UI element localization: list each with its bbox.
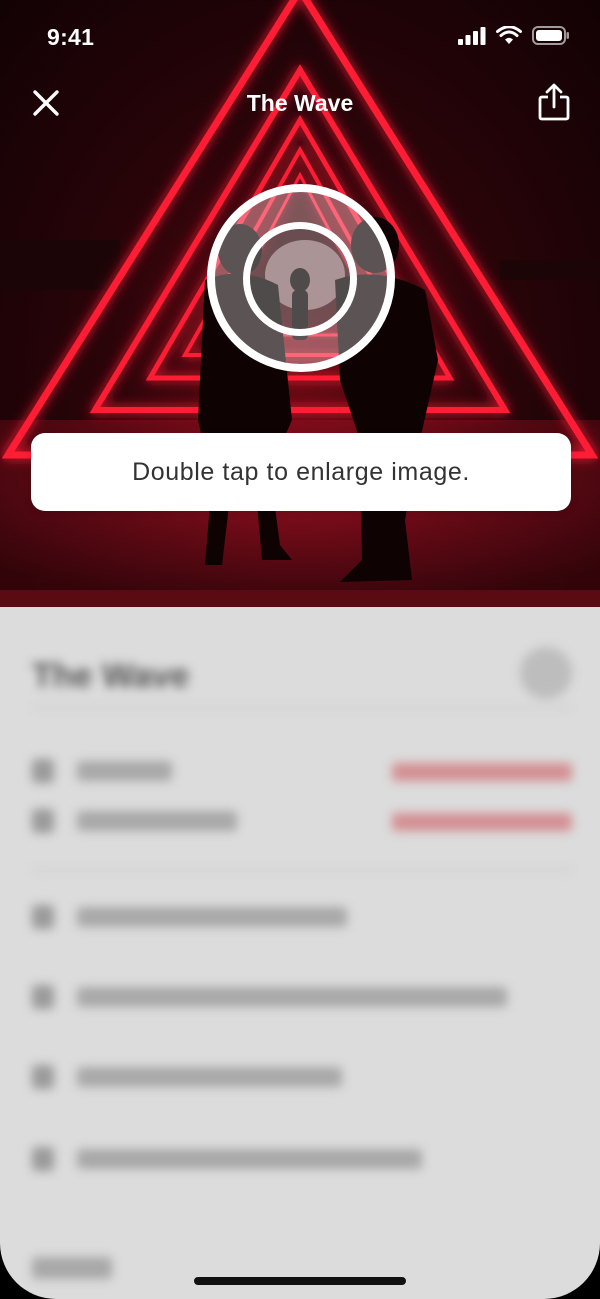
share-icon [538, 83, 570, 121]
hint-toast: Double tap to enlarge image. [31, 433, 571, 511]
image-viewer-screen: 9:41 The Wave Double tap to enlarge imag… [0, 0, 600, 1299]
status-icons [458, 26, 570, 45]
home-indicator[interactable] [194, 1277, 406, 1285]
section-label [32, 1257, 112, 1279]
detail-row [32, 905, 572, 935]
details-action-circle [520, 647, 572, 699]
cellular-signal-icon [458, 26, 486, 45]
details-sheet-blurred: The Wave [0, 607, 600, 1299]
detail-row [32, 1147, 572, 1177]
battery-icon [532, 26, 569, 45]
double-tap-inner-ring [243, 222, 357, 336]
detail-row [32, 809, 572, 839]
detail-row [32, 1065, 572, 1095]
status-bar: 9:41 [0, 0, 600, 80]
divider [32, 707, 572, 709]
share-button[interactable] [532, 80, 576, 124]
detail-row [32, 985, 572, 1015]
status-time: 9:41 [47, 24, 95, 50]
wifi-icon [496, 26, 522, 44]
nav-title: The Wave [246, 90, 354, 116]
divider [32, 869, 572, 871]
details-title: The Wave [32, 657, 190, 695]
hint-message: Double tap to enlarge image. [132, 457, 470, 486]
detail-row [32, 759, 572, 789]
